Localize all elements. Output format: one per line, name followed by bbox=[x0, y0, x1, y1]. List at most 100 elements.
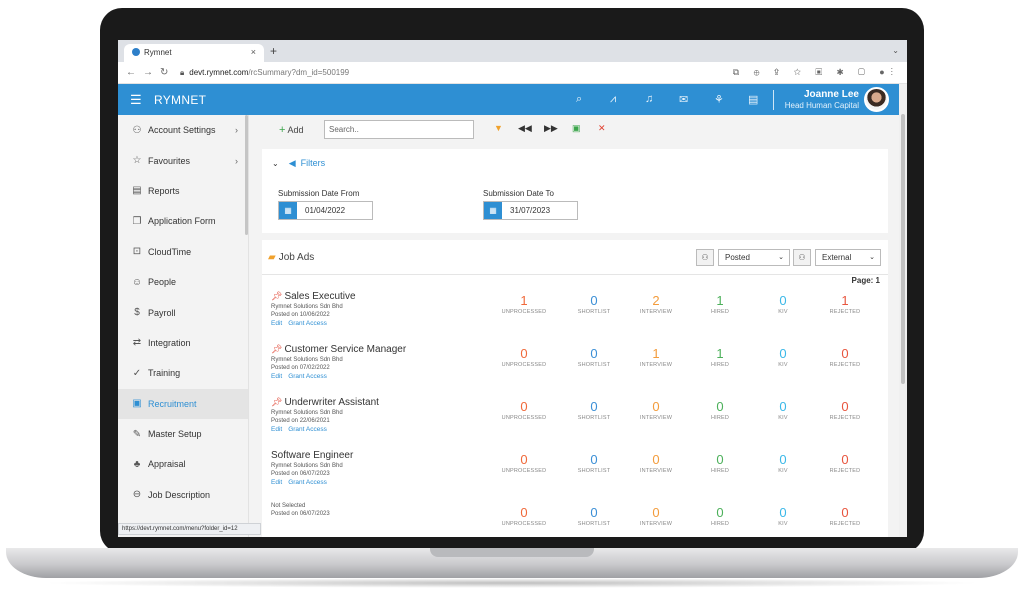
bell-icon[interactable]: ♫ bbox=[645, 93, 653, 105]
edit-link[interactable]: Edit bbox=[271, 479, 282, 486]
back-icon[interactable]: ← bbox=[126, 67, 136, 78]
first-page-icon[interactable]: ◀◀ bbox=[518, 123, 532, 134]
filter-icon[interactable]: ▼ bbox=[494, 123, 503, 133]
stat-shortlist[interactable]: 0 SHORTLIST bbox=[559, 505, 629, 527]
sidebar-item-application-form[interactable]: ❐ Application Form bbox=[118, 206, 248, 236]
sidebar-item-job-description[interactable]: ⊖ Job Description bbox=[118, 480, 248, 510]
type-select[interactable]: External ⌄ bbox=[815, 249, 881, 266]
stat-interview[interactable]: 0 INTERVIEW bbox=[621, 505, 691, 527]
sidebar-item-favourites[interactable]: ☆ Favourites › bbox=[118, 145, 248, 175]
grant-access-link[interactable]: Grant Access bbox=[288, 320, 327, 327]
stat-interview[interactable]: 0 INTERVIEW bbox=[621, 399, 691, 421]
calendar-icon[interactable]: ▦ bbox=[279, 202, 297, 219]
calendar-icon[interactable]: ▦ bbox=[484, 202, 502, 219]
sidebar-item-appraisal[interactable]: ♣ Appraisal bbox=[118, 449, 248, 479]
tab-title: Rymnet bbox=[144, 48, 172, 57]
stat-hired[interactable]: 1 HIRED bbox=[685, 293, 755, 315]
org-chart-icon[interactable]: ⚘ bbox=[714, 93, 724, 106]
stat-kiv[interactable]: 0 KIV bbox=[748, 293, 818, 315]
chart-icon[interactable]: ⩘ bbox=[610, 93, 616, 106]
stat-count: 0 bbox=[716, 505, 724, 520]
grant-access-link[interactable]: Grant Access bbox=[288, 373, 327, 380]
stat-hired[interactable]: 0 HIRED bbox=[685, 452, 755, 474]
document-icon[interactable]: ▤ bbox=[748, 93, 758, 106]
date-to-field[interactable]: ▦ 31/07/2023 bbox=[483, 201, 578, 220]
stat-shortlist[interactable]: 0 SHORTLIST bbox=[559, 452, 629, 474]
date-from-field[interactable]: ▦ 01/04/2022 bbox=[278, 201, 373, 220]
hamburger-menu-icon[interactable]: ☰ bbox=[130, 92, 142, 108]
last-page-icon[interactable]: ▶▶ bbox=[544, 123, 558, 134]
job-title[interactable]: Software Engineer bbox=[271, 450, 353, 461]
job-title[interactable]: 📌︎ Sales Executive bbox=[271, 291, 356, 302]
reload-icon[interactable]: ↻ bbox=[160, 67, 168, 78]
sidebar-item-master-setup[interactable]: ✎ Master Setup bbox=[118, 419, 248, 449]
stat-rejected[interactable]: 0 REJECTED bbox=[810, 346, 880, 368]
status-select[interactable]: Posted ⌄ bbox=[718, 249, 790, 266]
type-group-icon[interactable]: ⚇ bbox=[793, 249, 811, 266]
stat-unprocessed[interactable]: 0 UNPROCESSED bbox=[489, 452, 559, 474]
user-name[interactable]: Joanne Lee bbox=[804, 89, 859, 100]
stat-rejected[interactable]: 0 REJECTED bbox=[810, 399, 880, 421]
stat-shortlist[interactable]: 0 SHORTLIST bbox=[559, 293, 629, 315]
stat-kiv[interactable]: 0 KIV bbox=[748, 399, 818, 421]
sidebar-item-integration[interactable]: ⇄ Integration bbox=[118, 328, 248, 358]
pin-icon[interactable]: 📌︎ bbox=[271, 344, 282, 354]
scrollbar-thumb[interactable] bbox=[901, 114, 905, 384]
search-input[interactable]: Search.. bbox=[324, 120, 474, 139]
forward-icon[interactable]: → bbox=[143, 67, 153, 78]
stat-interview[interactable]: 0 INTERVIEW bbox=[621, 452, 691, 474]
job-title[interactable]: 📌︎ Underwriter Assistant bbox=[271, 397, 379, 408]
stat-hired[interactable]: 0 HIRED bbox=[685, 505, 755, 527]
stat-unprocessed[interactable]: 0 UNPROCESSED bbox=[489, 505, 559, 527]
stat-rejected[interactable]: 1 REJECTED bbox=[810, 293, 880, 315]
browser-extension-icons[interactable]: ⧉ ⊕ ⇪ ☆ ▣ ✱ ▢ ●⋮ bbox=[733, 67, 899, 78]
main-scrollbar[interactable] bbox=[899, 84, 907, 537]
stat-unprocessed[interactable]: 0 UNPROCESSED bbox=[489, 399, 559, 421]
sidebar-item-people[interactable]: ☺ People bbox=[118, 267, 248, 297]
new-tab-button[interactable]: + bbox=[270, 44, 277, 58]
sidebar-item-payroll[interactable]: $ Payroll bbox=[118, 297, 248, 327]
stat-shortlist[interactable]: 0 SHORTLIST bbox=[559, 399, 629, 421]
grant-access-link[interactable]: Grant Access bbox=[288, 479, 327, 486]
search-icon[interactable]: ⌕ bbox=[576, 93, 582, 106]
stat-shortlist[interactable]: 0 SHORTLIST bbox=[559, 346, 629, 368]
stat-rejected[interactable]: 0 REJECTED bbox=[810, 452, 880, 474]
status-group-icon[interactable]: ⚇ bbox=[696, 249, 714, 266]
edit-link[interactable]: Edit bbox=[271, 426, 282, 433]
stat-kiv[interactable]: 0 KIV bbox=[748, 452, 818, 474]
browser-tab[interactable]: Rymnet × bbox=[124, 44, 264, 62]
tab-list-chevron-icon[interactable]: ⌄ bbox=[892, 46, 899, 55]
sidebar-item-recruitment[interactable]: ▣ Recruitment bbox=[118, 388, 248, 419]
grant-access-link[interactable]: Grant Access bbox=[288, 426, 327, 433]
sidebar-item-cloudtime[interactable]: ⊡ CloudTime bbox=[118, 237, 248, 267]
stat-interview[interactable]: 2 INTERVIEW bbox=[621, 293, 691, 315]
stat-interview[interactable]: 1 INTERVIEW bbox=[621, 346, 691, 368]
stat-count: 1 bbox=[716, 293, 724, 308]
stat-unprocessed[interactable]: 1 UNPROCESSED bbox=[489, 293, 559, 315]
stat-rejected[interactable]: 0 REJECTED bbox=[810, 505, 880, 527]
url-field[interactable]: 🔒︎ devt.rymnet.com/rcSummary?dm_id=500199 bbox=[180, 68, 349, 78]
edit-link[interactable]: Edit bbox=[271, 373, 282, 380]
stat-hired[interactable]: 1 HIRED bbox=[685, 346, 755, 368]
sidebar-item-reports[interactable]: ▤ Reports bbox=[118, 176, 248, 206]
export-excel-icon[interactable]: ▣ bbox=[572, 123, 581, 134]
stat-hired[interactable]: 0 HIRED bbox=[685, 399, 755, 421]
pin-icon[interactable]: 📌︎ bbox=[271, 291, 282, 301]
stat-unprocessed[interactable]: 0 UNPROCESSED bbox=[489, 346, 559, 368]
sidebar-item-training[interactable]: ✓ Training bbox=[118, 358, 248, 388]
sidebar-scrollbar[interactable] bbox=[245, 115, 248, 235]
favicon-icon bbox=[132, 48, 140, 56]
mail-icon[interactable]: ✉ bbox=[679, 93, 688, 106]
pin-icon[interactable]: 📌︎ bbox=[271, 397, 282, 407]
sidebar-item-account-settings[interactable]: ⚇ Account Settings › bbox=[118, 115, 248, 145]
edit-link[interactable]: Edit bbox=[271, 320, 282, 327]
tab-close-button[interactable]: × bbox=[251, 47, 256, 57]
stat-kiv[interactable]: 0 KIV bbox=[748, 505, 818, 527]
filters-toggle[interactable]: ⌄ ◀ Filters bbox=[272, 158, 325, 169]
job-title[interactable]: 📌︎ Customer Service Manager bbox=[271, 344, 406, 355]
avatar[interactable] bbox=[864, 87, 889, 112]
stat-count: 0 bbox=[590, 293, 598, 308]
stat-kiv[interactable]: 0 KIV bbox=[748, 346, 818, 368]
clear-icon[interactable]: ✕ bbox=[598, 123, 606, 134]
add-button[interactable]: + Add bbox=[279, 124, 303, 136]
